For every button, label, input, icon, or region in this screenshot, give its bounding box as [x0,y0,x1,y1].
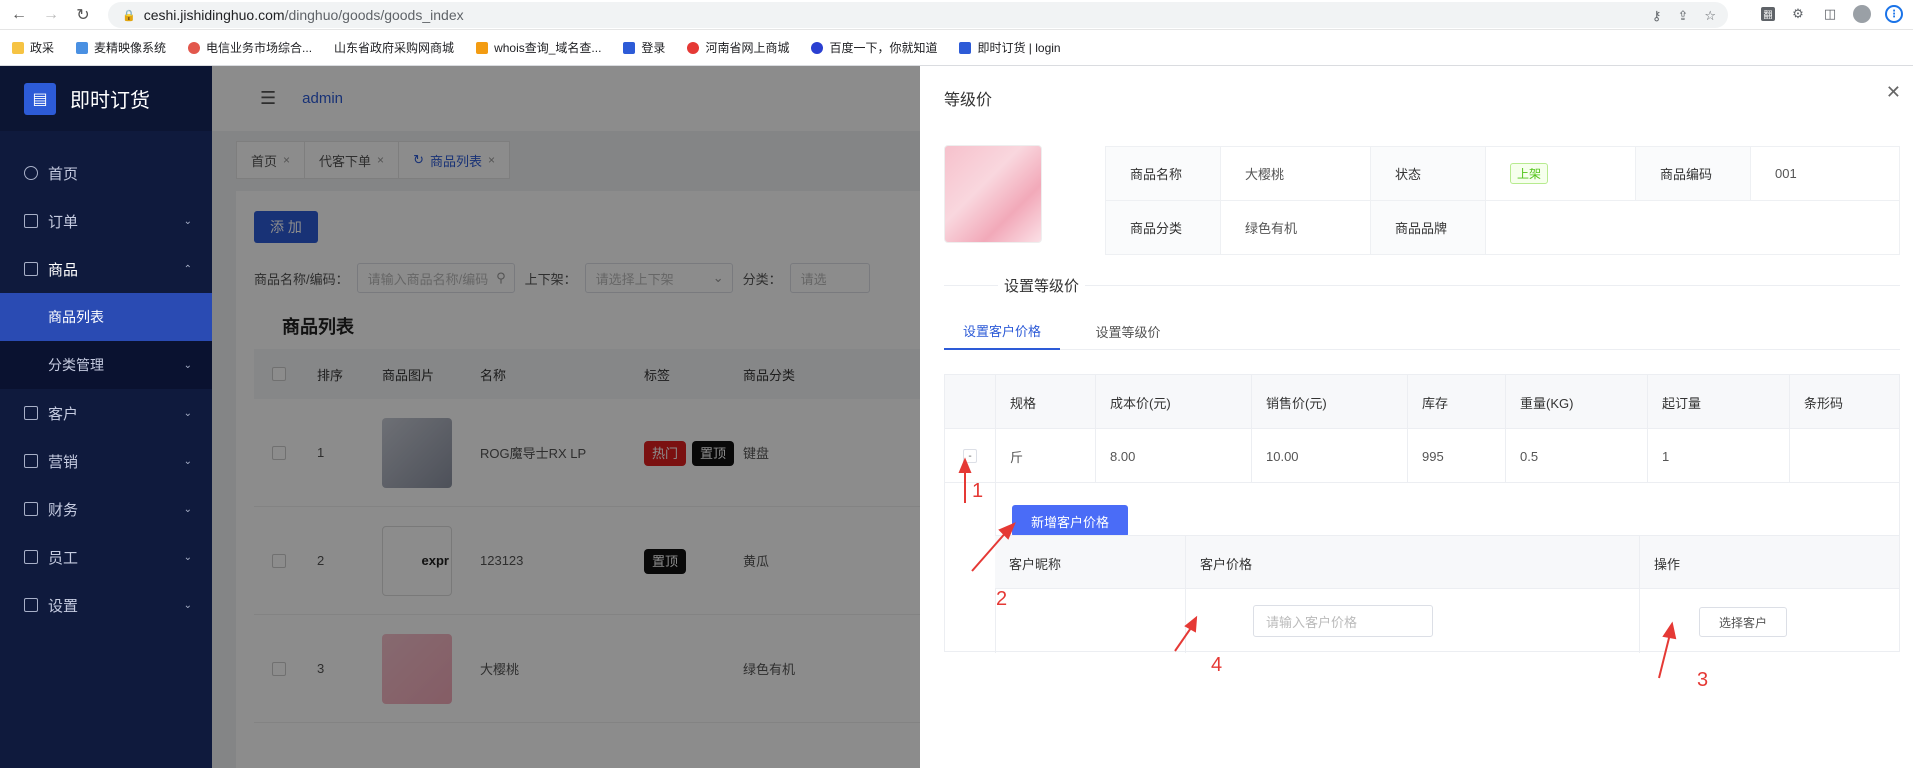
menu-more-icon[interactable]: ⋮ [1885,5,1903,23]
star-icon[interactable]: ☆ [1704,8,1716,24]
edit-icon [24,550,38,564]
menu-item-customers[interactable]: 客户 ⌄ [0,389,212,437]
browser-toolbar: ← → ↻ 🔒 ceshi.jishidinghuo.com /dinghuo/… [0,0,1913,30]
product-info-table: 商品名称 大樱桃 状态 上架 商品编码 001 商品分类 绿色有机 商品品牌 [1105,146,1900,255]
submenu-item-category[interactable]: 分类管理 ⌄ [0,341,212,389]
table-header: 规格 成本价(元) 销售价(元) 库存 重量(KG) 起订量 条形码 [945,375,1899,429]
tier-price-drawer: 等级价 ✕ 商品名称 大樱桃 状态 上架 商品编码 001 商品分类 绿色有机 … [920,66,1913,768]
puzzle-icon[interactable]: ⚙ [1789,5,1807,23]
annotation-label: 4 [1211,654,1223,676]
annotation-label: 3 [1697,669,1709,691]
bookmark[interactable]: 即时订货 | login [959,39,1061,56]
table-row: - 斤 8.00 10.00 995 0.5 1 [945,429,1899,483]
select-customer-button[interactable]: 选择客户 [1699,607,1787,637]
lock-icon: 🔒 [122,9,136,22]
customer-price-input[interactable]: 请输入客户价格 [1253,605,1433,637]
menu-item-marketing[interactable]: 营销 ⌄ [0,437,212,485]
app-logo[interactable]: ▤ 即时订货 [0,66,212,131]
add-customer-price-button[interactable]: 新增客户价格 [1012,505,1128,537]
section-title: 设置等级价 [998,275,1086,296]
customer-table-header: 客户昵称 客户价格 操作 [995,535,1899,590]
chevron-down-icon: ⌄ [183,215,192,227]
chevron-down-icon: ⌄ [183,599,192,611]
tab-level-price[interactable]: 设置等级价 [1078,312,1178,350]
chevron-down-icon: ⌄ [183,455,192,467]
modal-overlay[interactable] [212,66,920,768]
chevron-down-icon: ⌄ [183,551,192,563]
sidepanel-icon[interactable]: ◫ [1821,5,1839,23]
app-sidebar: ▤ 即时订货 首页 订单 ⌄ 商品 ⌃ 商品列表 分类管理 ⌄ 客户 ⌄ 营销 ⌄ 财务 ⌄… [0,66,212,768]
profile-avatar[interactable] [1853,5,1871,23]
edit-icon [24,598,38,612]
bookmark[interactable]: whois查询_域名查... [476,39,601,56]
main-menu: 首页 订单 ⌄ 商品 ⌃ 商品列表 分类管理 ⌄ 客户 ⌄ 营销 ⌄ 财务 ⌄ 员工 ⌄ 设置… [0,149,212,629]
menu-item-finance[interactable]: 财务 ⌄ [0,485,212,533]
chevron-down-icon: ⌄ [183,407,192,419]
bookmark[interactable]: 麦精映像系统 [76,39,166,56]
product-name: 大樱桃 [1220,146,1371,201]
chevron-up-icon: ⌃ [183,263,192,275]
bookmark[interactable]: 山东省政府采购网商城 [334,39,454,56]
bookmark[interactable]: 登录 [623,39,665,56]
annotation-label: 1 [972,480,984,502]
product-category: 绿色有机 [1220,200,1371,255]
address-bar[interactable]: 🔒 ceshi.jishidinghuo.com /dinghuo/goods/… [108,2,1728,28]
bookmark[interactable]: 政采 [12,39,54,56]
extension-icon[interactable]: 翻 [1761,7,1775,21]
submenu-item-goods-list[interactable]: 商品列表 [0,293,212,341]
share-icon[interactable]: ⇪ [1677,8,1688,24]
bookmark[interactable]: 河南省网上商城 [687,39,789,56]
menu-item-staff[interactable]: 员工 ⌄ [0,533,212,581]
annotation-label: 2 [996,588,1008,610]
product-image [944,145,1042,243]
back-icon[interactable]: ← [6,2,32,28]
menu-item-orders[interactable]: 订单 ⌄ [0,197,212,245]
edit-icon [24,262,38,276]
edit-icon [24,454,38,468]
logo-icon: ▤ [24,82,56,115]
chevron-down-icon: ⌄ [183,503,192,515]
product-brand [1485,200,1900,255]
product-code: 001 [1750,146,1900,201]
url-path: /dinghuo/goods/goods_index [284,7,464,23]
status-badge: 上架 [1510,163,1549,184]
divider [944,285,1900,286]
spec-table: 规格 成本价(元) 销售价(元) 库存 重量(KG) 起订量 条形码 - 斤 8… [944,374,1900,653]
url-host: ceshi.jishidinghuo.com [143,7,285,23]
menu-item-home[interactable]: 首页 [0,149,212,197]
menu-item-goods[interactable]: 商品 ⌃ [0,245,212,293]
dashboard-icon [24,166,38,180]
bookmarks-bar: 政采 麦精映像系统 电信业务市场综合... 山东省政府采购网商城 whois查询… [0,30,1913,66]
edit-icon [24,214,38,228]
forward-icon[interactable]: → [38,2,64,28]
reload-icon[interactable]: ↻ [70,2,96,28]
bookmark[interactable]: 百度一下，你就知道 [811,39,937,56]
drawer-title: 等级价 [944,92,993,109]
customer-price-row: 请输入客户价格 选择客户 [995,589,1899,653]
tab-customer-price[interactable]: 设置客户价格 [944,312,1060,350]
chevron-down-icon: ⌄ [183,359,192,371]
key-icon[interactable]: ⚷ [1652,8,1662,24]
edit-icon [24,406,38,420]
price-tabs: 设置客户价格 设置等级价 [944,312,1900,350]
collapse-row-button[interactable]: - [963,449,977,463]
edit-icon [24,502,38,516]
close-icon[interactable]: ✕ [1886,82,1901,103]
menu-item-settings[interactable]: 设置 ⌄ [0,581,212,629]
bookmark[interactable]: 电信业务市场综合... [188,39,312,56]
